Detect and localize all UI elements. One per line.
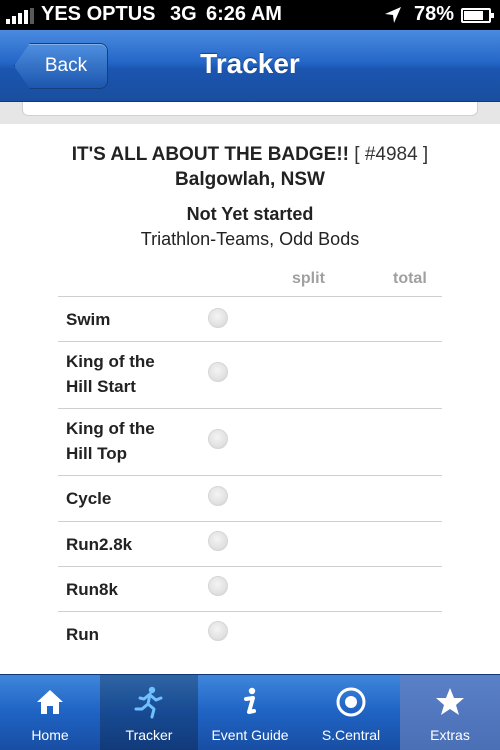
split-table: Swim King of the Hill Start King of the Hi… [58,296,442,656]
event-name: IT'S ALL ABOUT THE BADGE!! [71,144,349,165]
tab-event-guide[interactable]: Event Guide [198,675,302,750]
location-arrow-icon [385,7,401,23]
battery-percentage: 78% [414,3,455,25]
top-strip [0,102,500,124]
tab-label: Tracker [125,727,173,743]
tab-label: Extras [430,727,470,743]
tracker-content: IT'S ALL ABOUT THE BADGE!! [ #4984 ] Bal… [0,102,500,674]
segment-label: King of the Hill Top [66,419,155,463]
split-column-header: split [292,270,325,287]
table-row: Run8k [58,567,442,612]
tab-label: S.Central [321,727,381,743]
carrier-name: YES OPTUS [41,3,156,25]
table-row: King of the Hill Start [58,342,442,409]
segment-label: Run2.8k [66,535,133,554]
table-row: Run [58,612,442,656]
status-dot-icon [208,308,228,328]
navigation-bar: Back Tracker [0,30,500,102]
info-icon [244,687,256,714]
status-dot-icon [208,486,228,506]
status-dot-icon [208,621,228,641]
status-dot-icon [208,429,228,449]
star-icon [436,688,464,715]
tab-tracker[interactable]: Tracker [100,675,198,750]
race-status: Not Yet started [186,204,314,224]
tab-label: Event Guide [211,727,289,743]
tab-label: Home [31,727,69,743]
table-row: King of the Hill Top [58,409,442,476]
table-row: Run2.8k [58,522,442,567]
event-id: [ #4984 ] [354,144,429,165]
event-location: Balgowlah, NSW [175,169,325,190]
clock: 6:26 AM [206,3,282,25]
home-icon [37,690,63,714]
page-title: Tracker [200,48,300,79]
segment-label: King of the Hill Start [66,352,155,396]
battery-level-fill [464,11,483,20]
tab-extras[interactable]: Extras [400,675,500,750]
status-dot-icon [208,576,228,596]
network-type: 3G [170,3,197,25]
target-icon [336,687,366,717]
table-row: Swim [58,297,442,342]
status-dot-icon [208,531,228,551]
segment-label: Run8k [66,580,118,599]
segment-label: Run [66,625,100,644]
event-title: IT'S ALL ABOUT THE BADGE!! [ #4984 ] [0,144,500,166]
tab-s-central[interactable]: S.Central [302,675,400,750]
table-row: Cycle [58,476,442,522]
event-category: Triathlon-Teams, Odd Bods [140,229,360,249]
tab-bar: Home Tracker Event Guide S.Central Extra… [0,674,500,750]
segment-label: Cycle [66,489,112,508]
signal-strength-icon [6,8,36,24]
total-column-header: total [393,270,427,287]
runner-icon [134,686,163,719]
battery-icon [461,8,494,23]
status-dot-icon [208,362,228,382]
tab-home[interactable]: Home [0,675,100,750]
status-bar: YES OPTUS 3G 6:26 AM 78% [0,0,500,30]
segment-label: Swim [66,310,111,329]
